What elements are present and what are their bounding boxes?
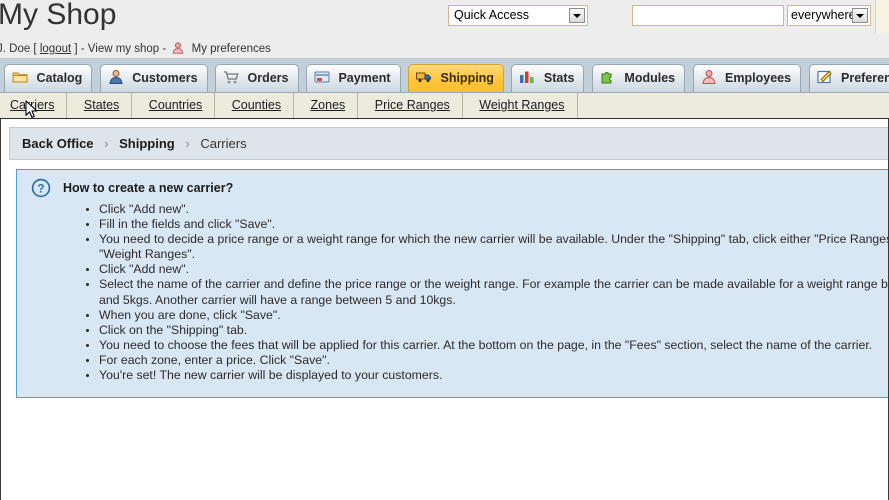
my-preferences-link[interactable]: My preferences (192, 43, 271, 55)
tab-label: Catalog (36, 71, 83, 85)
content-area: Back Office › Shipping › Carriers ? How … (0, 119, 889, 500)
help-instruction-list: Click "Add new". Fill in the fields and … (17, 202, 888, 383)
list-item: Fill in the fields and click "Save". (99, 217, 888, 232)
user-avatar-icon (171, 41, 185, 58)
person-icon (701, 68, 717, 84)
list-item: Select the name of the carrier and defin… (99, 277, 888, 307)
payment-card-icon (314, 68, 330, 84)
header-right-strip (875, 0, 889, 33)
tab-label: Stats (543, 71, 575, 85)
customers-icon (108, 68, 124, 84)
list-item: For each zone, enter a price. Click "Sav… (99, 353, 888, 368)
search-scope-value: everywhere (791, 8, 856, 22)
tab-payment[interactable]: Payment (305, 64, 401, 92)
tab-stats[interactable]: Stats (511, 64, 585, 92)
user-info-line: J. Doe [ logout ] - View my shop - My pr… (0, 41, 271, 58)
breadcrumb-separator-icon: › (185, 136, 190, 151)
list-item: You're set! The new carrier will be disp… (99, 368, 888, 383)
subnav-item-zones[interactable]: Zones (299, 93, 359, 118)
truck-icon (416, 68, 432, 84)
list-item: When you are done, click "Save". (99, 308, 888, 323)
bar-chart-icon (519, 68, 535, 84)
help-panel-title: How to create a new carrier? (63, 181, 234, 195)
tab-label: Payment (338, 71, 391, 85)
view-shop-text: ] - View my shop - (74, 43, 167, 55)
quick-access-select[interactable]: Quick Access (448, 5, 588, 26)
tab-shipping[interactable]: Shipping (408, 64, 504, 92)
svg-text:?: ? (37, 184, 44, 196)
logout-link[interactable]: logout (40, 43, 71, 55)
tab-label: Orders (247, 71, 289, 85)
admin-page: My Shop J. Doe [ logout ] - View my shop… (0, 0, 889, 500)
subnav-item-carriers[interactable]: Carriers (8, 93, 68, 118)
chevron-down-icon[interactable] (852, 8, 868, 23)
tab-label: Preferences (841, 71, 889, 85)
cart-icon (223, 68, 239, 84)
help-panel: ? How to create a new carrier? Click "Ad… (16, 169, 888, 398)
list-item: Click "Add new". (99, 262, 888, 277)
puzzle-icon (600, 68, 616, 84)
list-item: Click "Add new". (99, 202, 888, 217)
tab-label: Shipping (440, 71, 494, 85)
search-scope-select[interactable]: everywhere (787, 5, 871, 26)
quick-access-value: Quick Access (454, 8, 530, 22)
search-input[interactable] (632, 5, 784, 26)
tab-preferences[interactable]: Preferences (808, 64, 889, 92)
breadcrumb-section[interactable]: Shipping (119, 136, 175, 151)
list-item: Click on the "Shipping" tab. (99, 323, 888, 338)
tab-catalog[interactable]: Catalog (4, 64, 93, 92)
user-name-prefix: J. Doe [ (0, 43, 37, 55)
breadcrumb: Back Office › Shipping › Carriers (9, 127, 888, 160)
chevron-down-icon[interactable] (569, 8, 585, 23)
question-mark-icon: ? (31, 178, 51, 198)
breadcrumb-root[interactable]: Back Office (22, 136, 94, 151)
list-item: You need to decide a price range or a we… (99, 232, 888, 262)
list-item: You need to choose the fees that will be… (99, 338, 888, 353)
tab-orders[interactable]: Orders (215, 64, 299, 92)
tab-label: Employees (725, 71, 792, 85)
breadcrumb-current: Carriers (200, 136, 247, 151)
subnav-item-states[interactable]: States (72, 93, 133, 118)
shop-title: My Shop (0, 0, 117, 31)
subnav-item-counties[interactable]: Counties (220, 93, 295, 118)
tab-label: Customers (132, 71, 198, 85)
sub-navigation: Carriers States Countries Counties Zones… (0, 93, 889, 119)
pencil-note-icon (816, 68, 833, 84)
tab-employees[interactable]: Employees (692, 64, 802, 92)
tab-label: Modules (624, 71, 676, 85)
tab-modules[interactable]: Modules (591, 64, 686, 92)
folder-icon (12, 68, 28, 84)
breadcrumb-separator-icon: › (104, 136, 109, 151)
subnav-item-weight-ranges[interactable]: Weight Ranges (467, 93, 578, 118)
page-header: My Shop J. Doe [ logout ] - View my shop… (0, 0, 889, 59)
main-tab-bar: Catalog Customers Orders Payment Shippin… (0, 59, 889, 93)
subnav-item-price-ranges[interactable]: Price Ranges (363, 93, 463, 118)
tab-customers[interactable]: Customers (99, 64, 208, 92)
subnav-item-countries[interactable]: Countries (137, 93, 216, 118)
